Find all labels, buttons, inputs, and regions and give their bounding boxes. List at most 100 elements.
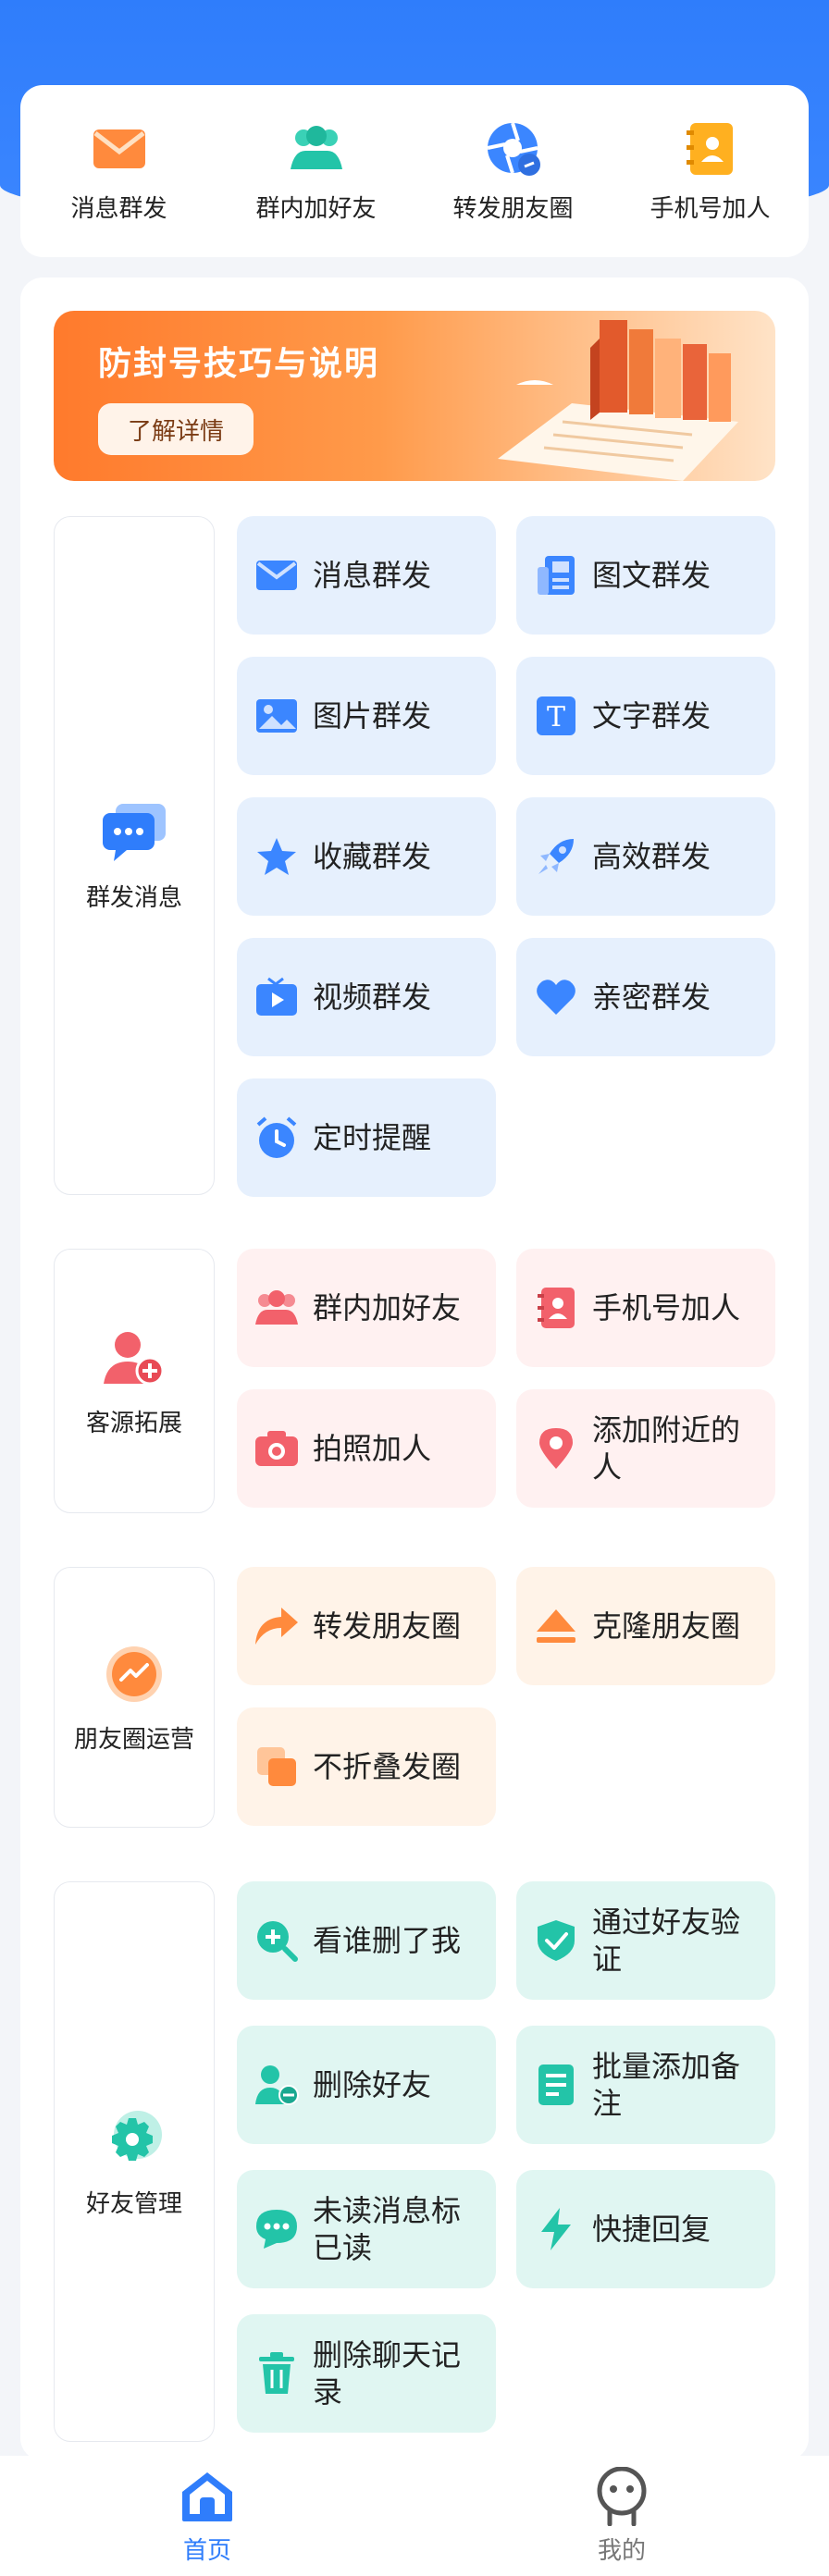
button-label: 添加附近的人 bbox=[592, 1412, 741, 1485]
category-label: 朋友圈运营 bbox=[73, 1725, 194, 1754]
envelope-icon bbox=[254, 552, 300, 598]
text-mass-button[interactable]: T 文字群发 bbox=[516, 657, 775, 775]
learn-more-button[interactable]: 了解详情 bbox=[98, 403, 254, 455]
verify-friend-button[interactable]: 通过好友验证 bbox=[516, 1881, 775, 2000]
button-label: 删除聊天记录 bbox=[313, 2337, 462, 2410]
category-mass-message: 群发消息 bbox=[54, 516, 215, 1195]
rocket-icon bbox=[533, 833, 579, 880]
button-label: 未读消息标已读 bbox=[313, 2193, 462, 2265]
chat-bubble-icon bbox=[101, 799, 167, 866]
shortcut-mass-message[interactable]: 消息群发 bbox=[27, 119, 212, 224]
note-icon bbox=[533, 2062, 579, 2108]
feature-card: 防封号技巧与说明 了解详情 群发消息 消息群发 图文群发 图片群发 T 文字群发… bbox=[20, 277, 809, 2460]
favorites-mass-button[interactable]: 收藏群发 bbox=[237, 797, 496, 916]
delete-chat-history-button[interactable]: 删除聊天记录 bbox=[237, 2314, 496, 2433]
delete-friend-button[interactable]: 删除好友 bbox=[237, 2026, 496, 2144]
category-customer: 客源拓展 bbox=[54, 1249, 215, 1513]
button-label: 收藏群发 bbox=[313, 839, 432, 874]
phone-add-button[interactable]: 手机号加人 bbox=[516, 1249, 775, 1367]
button-label: 通过好友验证 bbox=[592, 1904, 741, 1977]
category-label: 好友管理 bbox=[85, 2189, 182, 2218]
shortcut-phone-add[interactable]: 手机号加人 bbox=[618, 119, 803, 224]
tab-home[interactable]: 首页 bbox=[0, 2456, 414, 2576]
shortcut-label: 转发朋友圈 bbox=[452, 194, 574, 223]
intimate-mass-button[interactable]: 亲密群发 bbox=[516, 938, 775, 1056]
share-arrow-icon bbox=[254, 1603, 300, 1649]
button-label: 手机号加人 bbox=[592, 1290, 741, 1325]
forward-moments-button[interactable]: 转发朋友圈 bbox=[237, 1567, 496, 1685]
button-label: 图文群发 bbox=[592, 558, 711, 593]
timed-reminder-button[interactable]: 定时提醒 bbox=[237, 1078, 496, 1197]
contact-book-icon bbox=[533, 1285, 579, 1331]
button-label: 删除好友 bbox=[313, 2067, 432, 2102]
article-icon bbox=[533, 552, 579, 598]
button-label: 亲密群发 bbox=[592, 980, 711, 1015]
camera-icon bbox=[254, 1425, 300, 1472]
group-icon bbox=[254, 1285, 300, 1331]
eject-icon bbox=[533, 1603, 579, 1649]
category-moments: 朋友圈运营 bbox=[54, 1567, 215, 1828]
shortcut-label: 消息群发 bbox=[70, 194, 167, 223]
batch-remark-button[interactable]: 批量添加备注 bbox=[516, 2026, 775, 2144]
lightning-icon bbox=[533, 2206, 579, 2252]
video-mass-button[interactable]: 视频群发 bbox=[237, 938, 496, 1056]
text-icon: T bbox=[533, 693, 579, 739]
image-mass-button[interactable]: 图片群发 bbox=[237, 657, 496, 775]
no-fold-post-button[interactable]: 不折叠发圈 bbox=[237, 1707, 496, 1826]
efficient-mass-button[interactable]: 高效群发 bbox=[516, 797, 775, 916]
video-icon bbox=[254, 974, 300, 1020]
trash-icon bbox=[254, 2350, 300, 2397]
quick-reply-button[interactable]: 快捷回复 bbox=[516, 2170, 775, 2288]
books-illustration bbox=[498, 320, 738, 481]
button-label: 群内加好友 bbox=[313, 1290, 462, 1325]
button-label: 图片群发 bbox=[313, 698, 432, 733]
button-label: 拍照加人 bbox=[313, 1431, 432, 1466]
button-label: 批量添加备注 bbox=[592, 2049, 741, 2121]
shortcut-forward-moments[interactable]: 转发朋友圈 bbox=[421, 119, 606, 224]
group-add-friend-button[interactable]: 群内加好友 bbox=[237, 1249, 496, 1367]
alarm-clock-icon bbox=[254, 1115, 300, 1161]
location-pin-icon bbox=[533, 1425, 579, 1472]
button-label: 快捷回复 bbox=[592, 2212, 711, 2247]
svg-text:T: T bbox=[547, 701, 565, 733]
copy-icon bbox=[254, 1744, 300, 1790]
message-dots-icon bbox=[254, 2206, 300, 2252]
nearby-add-button[interactable]: 添加附近的人 bbox=[516, 1389, 775, 1508]
button-label: 克隆朋友圈 bbox=[592, 1608, 741, 1644]
button-label: 看谁删了我 bbox=[313, 1923, 462, 1958]
mass-message-button[interactable]: 消息群发 bbox=[237, 516, 496, 635]
category-friends: 好友管理 bbox=[54, 1881, 215, 2442]
heart-icon bbox=[533, 974, 579, 1020]
button-label: 不折叠发圈 bbox=[313, 1749, 462, 1784]
add-user-icon bbox=[101, 1325, 167, 1391]
home-icon bbox=[178, 2467, 237, 2526]
group-icon bbox=[287, 119, 346, 179]
remove-user-icon bbox=[254, 2062, 300, 2108]
aperture-icon bbox=[484, 119, 543, 179]
photo-add-button[interactable]: 拍照加人 bbox=[237, 1389, 496, 1508]
zoom-in-icon bbox=[254, 1917, 300, 1964]
who-deleted-me-button[interactable]: 看谁删了我 bbox=[237, 1881, 496, 2000]
button-label: 视频群发 bbox=[313, 980, 432, 1015]
gear-icon bbox=[101, 2105, 167, 2172]
image-text-mass-button[interactable]: 图文群发 bbox=[516, 516, 775, 635]
banner-title: 防封号技巧与说明 bbox=[98, 345, 380, 383]
contact-book-icon bbox=[681, 119, 740, 179]
category-label: 客源拓展 bbox=[85, 1409, 182, 1437]
button-label: 文字群发 bbox=[592, 698, 711, 733]
category-label: 群发消息 bbox=[85, 883, 182, 912]
shortcut-group-add[interactable]: 群内加好友 bbox=[224, 119, 409, 224]
button-label: 消息群发 bbox=[313, 558, 432, 593]
clone-moments-button[interactable]: 克隆朋友圈 bbox=[516, 1567, 775, 1685]
shield-check-icon bbox=[533, 1917, 579, 1964]
button-label: 转发朋友圈 bbox=[313, 1608, 462, 1644]
tab-label: 首页 bbox=[182, 2536, 231, 2565]
mark-read-button[interactable]: 未读消息标已读 bbox=[237, 2170, 496, 2288]
robot-avatar-icon bbox=[592, 2466, 651, 2526]
shortcut-label: 手机号加人 bbox=[650, 194, 771, 223]
anti-ban-banner[interactable]: 防封号技巧与说明 了解详情 bbox=[54, 311, 775, 481]
shortcut-bar: 消息群发 群内加好友 转发朋友圈 手机号加人 bbox=[20, 85, 809, 257]
image-icon bbox=[254, 693, 300, 739]
bottom-tab-bar: 首页 我的 bbox=[0, 2456, 829, 2576]
tab-mine[interactable]: 我的 bbox=[414, 2456, 829, 2576]
